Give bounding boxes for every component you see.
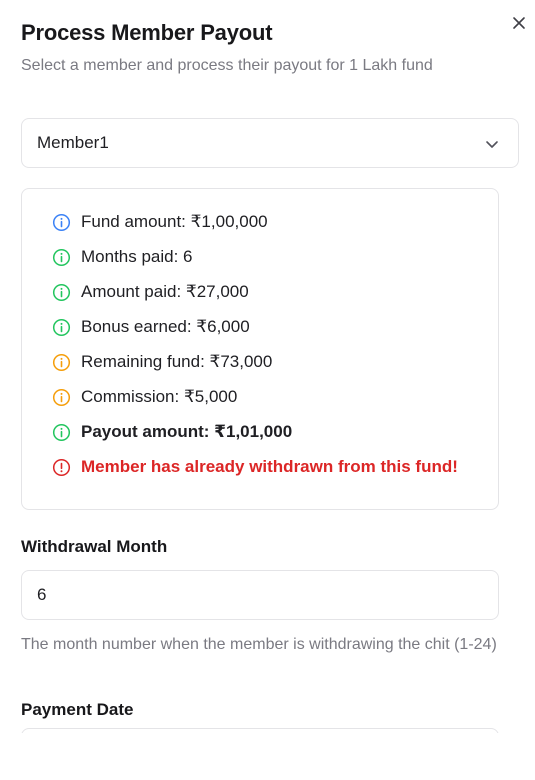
info-row: Fund amount: ₹1,00,000	[52, 212, 268, 232]
alert-icon	[52, 458, 71, 476]
member-select[interactable]: Member1	[21, 118, 519, 168]
info-row-text: Months paid: 6	[81, 247, 193, 266]
info-row: Months paid: 6	[52, 247, 193, 267]
info-row-text: Amount paid: ₹27,000	[81, 282, 249, 301]
member-select-value: Member1	[37, 133, 109, 152]
withdrawal-month-help: The month number when the member is with…	[21, 636, 497, 653]
scroll-clip	[0, 733, 535, 780]
withdrawal-month-value: 6	[37, 585, 47, 604]
info-icon	[52, 388, 71, 406]
info-row: Commission: ₹5,000	[52, 387, 237, 407]
withdrawal-month-input[interactable]: 6	[21, 570, 499, 620]
info-row: Payout amount: ₹1,01,000	[52, 422, 292, 442]
info-row-text: Fund amount: ₹1,00,000	[81, 212, 268, 231]
info-row: Amount paid: ₹27,000	[52, 282, 249, 302]
info-row: Bonus earned: ₹6,000	[52, 317, 250, 337]
info-icon	[52, 283, 71, 301]
info-row: Remaining fund: ₹73,000	[52, 352, 272, 372]
info-row-text: Payout amount: ₹1,01,000	[81, 422, 293, 441]
close-icon	[513, 17, 525, 29]
close-button[interactable]	[509, 13, 529, 33]
info-icon	[52, 213, 71, 231]
info-row: Member has already withdrawn from this f…	[52, 457, 458, 477]
info-icon	[52, 423, 71, 441]
payment-date-label: Payment Date	[21, 700, 134, 719]
info-row-text: Member has already withdrawn from this f…	[81, 457, 458, 476]
info-row-text: Commission: ₹5,000	[81, 387, 238, 406]
payout-info-card: Fund amount: ₹1,00,000 Months paid: 6 Amou…	[21, 188, 499, 510]
dialog-title: Process Member Payout	[21, 20, 273, 45]
info-icon	[52, 353, 71, 371]
info-row-text: Bonus earned: ₹6,000	[81, 317, 250, 336]
info-row-text: Remaining fund: ₹73,000	[81, 352, 273, 371]
chevron-down-icon	[486, 141, 498, 148]
info-icon	[52, 248, 71, 266]
withdrawal-month-label: Withdrawal Month	[21, 537, 168, 556]
payout-dialog: Process Member Payout Select a member an…	[0, 0, 535, 780]
info-icon	[52, 318, 71, 336]
dialog-subtitle: Select a member and process their payout…	[21, 57, 433, 74]
